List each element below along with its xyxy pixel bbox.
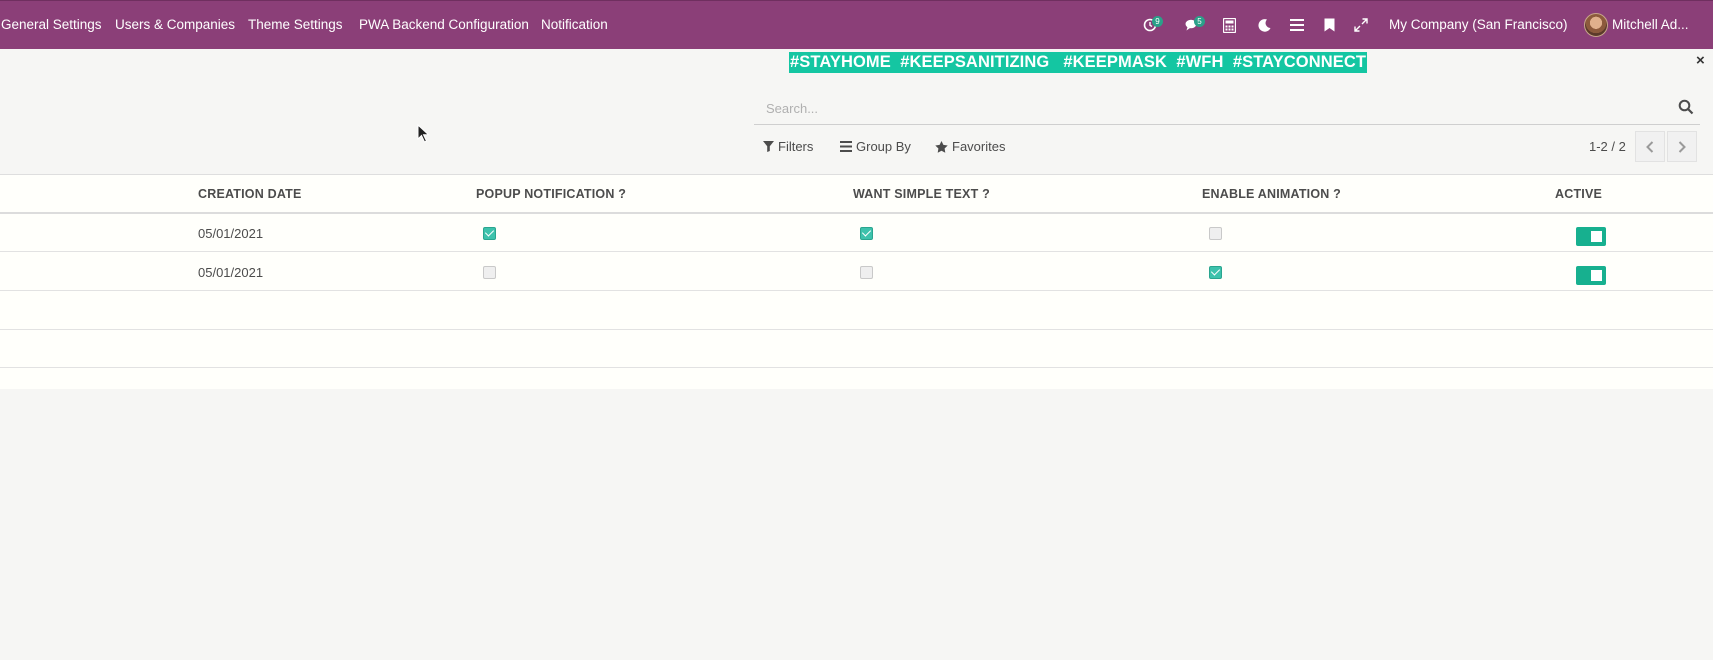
active-toggle[interactable]: [1576, 266, 1606, 285]
empty-table-row: [0, 330, 1713, 368]
menu-list-icon[interactable]: [1287, 15, 1307, 35]
top-navbar: General Settings Users & Companies Theme…: [0, 0, 1713, 49]
favorites-label: Favorites: [952, 139, 1006, 154]
popup-notification-checkbox[interactable]: [483, 227, 496, 240]
chevron-left-icon: [1646, 140, 1654, 153]
announcement-banner: #STAYHOME #KEEPSANITIZING #KEEPMASK #WFH…: [789, 52, 1368, 73]
fullscreen-expand-icon[interactable]: [1351, 15, 1371, 35]
enable-animation-checkbox[interactable]: [1209, 266, 1222, 279]
group-by-button[interactable]: Group By: [840, 139, 911, 154]
table-header: CREATION DATE POPUP NOTIFICATION ? WANT …: [0, 175, 1713, 214]
table-row[interactable]: 05/01/2021: [0, 253, 1713, 291]
calculator-icon[interactable]: [1219, 15, 1239, 35]
want-simple-text-checkbox[interactable]: [860, 227, 873, 240]
pager-next-button[interactable]: [1667, 131, 1697, 162]
menu-general-settings[interactable]: General Settings: [1, 17, 102, 32]
activity-badge: 9: [1152, 16, 1163, 27]
empty-table-row: [0, 292, 1713, 330]
menu-notification[interactable]: Notification: [541, 17, 608, 32]
notification-list-table: CREATION DATE POPUP NOTIFICATION ? WANT …: [0, 174, 1713, 389]
want-simple-text-checkbox[interactable]: [860, 266, 873, 279]
menu-pwa-backend-configuration[interactable]: PWA Backend Configuration: [359, 17, 529, 32]
pager-previous-button[interactable]: [1635, 131, 1665, 162]
search-bar: [754, 94, 1700, 125]
menu-theme-settings[interactable]: Theme Settings: [248, 17, 343, 32]
column-header-popup-notification[interactable]: POPUP NOTIFICATION ?: [476, 187, 626, 201]
filter-funnel-icon: [763, 141, 774, 152]
column-header-creation-date[interactable]: CREATION DATE: [198, 187, 302, 201]
search-icon[interactable]: [1678, 99, 1696, 117]
activity-clock-icon[interactable]: 9: [1140, 15, 1163, 35]
column-header-active[interactable]: ACTIVE: [1555, 187, 1602, 201]
filters-button[interactable]: Filters: [763, 139, 813, 154]
messages-icon[interactable]: 5: [1182, 15, 1205, 35]
group-by-list-icon: [840, 141, 852, 152]
messages-badge: 5: [1194, 16, 1205, 27]
mouse-cursor-icon: [417, 124, 430, 143]
chevron-right-icon: [1678, 140, 1686, 153]
star-icon: [935, 140, 948, 153]
menu-users-companies[interactable]: Users & Companies: [115, 17, 235, 32]
column-header-want-simple-text[interactable]: WANT SIMPLE TEXT ?: [853, 187, 990, 201]
user-avatar[interactable]: [1584, 13, 1608, 37]
table-row[interactable]: 05/01/2021: [0, 214, 1713, 252]
popup-notification-checkbox[interactable]: [483, 266, 496, 279]
company-switcher[interactable]: My Company (San Francisco): [1389, 17, 1568, 32]
group-by-label: Group By: [856, 139, 911, 154]
creation-date-cell: 05/01/2021: [198, 226, 264, 241]
dark-mode-moon-icon[interactable]: [1254, 15, 1274, 35]
search-input[interactable]: [754, 94, 1674, 122]
filters-label: Filters: [778, 139, 814, 154]
pager-value[interactable]: 1-2 / 2: [1589, 139, 1626, 154]
bookmark-icon[interactable]: [1319, 15, 1339, 35]
favorites-button[interactable]: Favorites: [935, 139, 1005, 154]
column-header-enable-animation[interactable]: ENABLE ANIMATION ?: [1202, 187, 1341, 201]
user-menu[interactable]: Mitchell Ad...: [1612, 17, 1689, 32]
creation-date-cell: 05/01/2021: [198, 265, 264, 280]
enable-animation-checkbox[interactable]: [1209, 227, 1222, 240]
banner-close-icon[interactable]: ×: [1696, 52, 1705, 69]
active-toggle[interactable]: [1576, 227, 1606, 246]
